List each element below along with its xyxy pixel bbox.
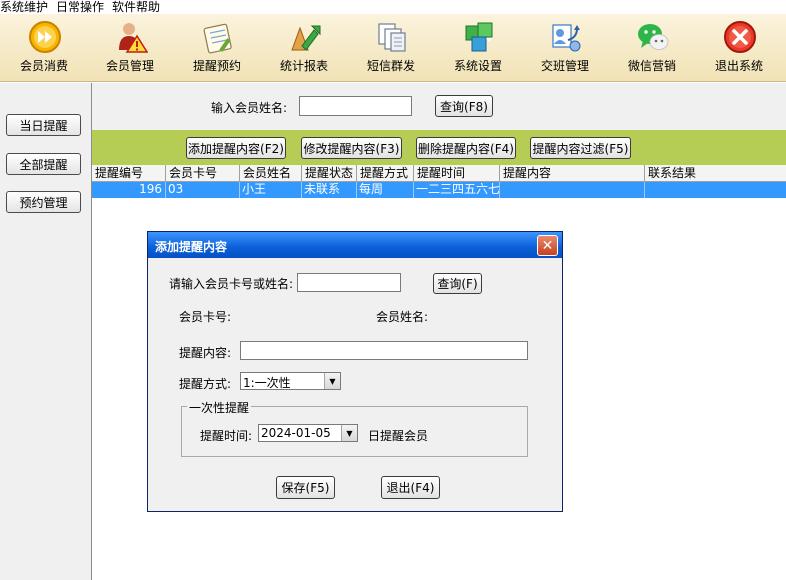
method-value: 1:一次性 <box>243 376 291 390</box>
time-label: 提醒时间: <box>200 429 253 443</box>
member-name-label: 会员姓名: <box>376 310 429 324</box>
search-label: 输入会员姓名: <box>211 101 288 115</box>
column-header-method[interactable]: 提醒方式 <box>357 165 414 182</box>
search-area: 输入会员姓名: 查询(F8) <box>92 83 786 130</box>
exit-icon <box>724 21 756 53</box>
appointment-manage-button[interactable]: 预约管理 <box>6 191 81 213</box>
column-header-time[interactable]: 提醒时间 <box>414 165 500 182</box>
menu-system-maintenance[interactable]: 系统维护 <box>0 0 48 14</box>
toolbar-button-statistics[interactable]: 统计报表 <box>261 14 347 82</box>
column-header-card-no[interactable]: 会员卡号 <box>166 165 240 182</box>
column-header-status[interactable]: 提醒状态 <box>302 165 357 182</box>
cell-card-no: 03 <box>166 182 240 198</box>
wechat-icon <box>638 24 669 50</box>
dialog-title: 添加提醒内容 <box>155 240 228 254</box>
toolbar-button-exit[interactable]: 退出系统 <box>696 14 782 82</box>
add-reminder-dialog: 添加提醒内容 ✕ 请输入会员卡号或姓名: 查询(F) 会员卡号: 会员姓名: 提… <box>147 231 563 512</box>
column-header-reminder-id[interactable]: 提醒编号 <box>92 165 166 182</box>
cell-status: 未联系 <box>302 182 357 198</box>
reminder-date-picker[interactable]: 2024-01-05 ▼ <box>258 424 358 442</box>
search-button[interactable]: 查询(F8) <box>435 95 493 117</box>
save-button[interactable]: 保存(F5) <box>276 476 335 499</box>
member-search-label: 请输入会员卡号或姓名: <box>169 277 294 291</box>
action-bar: 添加提醒内容(F2) 修改提醒内容(F3) 删除提醒内容(F4) 提醒内容过滤(… <box>92 130 786 165</box>
chevron-down-icon[interactable]: ▼ <box>341 425 357 441</box>
table-row[interactable]: 196 03 小王 未联系 每周 一二三四五六七 <box>92 182 786 198</box>
toolbar-label: 系统设置 <box>453 59 502 73</box>
cell-member-name: 小王 <box>240 182 302 198</box>
member-name-search-input[interactable] <box>299 96 412 116</box>
column-header-content[interactable]: 提醒内容 <box>500 165 645 182</box>
column-header-member-name[interactable]: 会员姓名 <box>240 165 302 182</box>
notepad-icon <box>203 23 232 54</box>
close-icon: ✕ <box>541 237 554 254</box>
content-label: 提醒内容: <box>179 346 232 360</box>
group-title: 一次性提醒 <box>187 399 252 416</box>
toolbar-label: 微信营销 <box>627 59 676 73</box>
toolbar-button-shift[interactable]: 交班管理 <box>522 14 608 82</box>
cell-content <box>500 182 645 198</box>
toolbar-button-member-manage[interactable]: 会员管理 <box>87 14 173 82</box>
today-reminder-button[interactable]: 当日提醒 <box>6 114 81 136</box>
edit-reminder-button[interactable]: 修改提醒内容(F3) <box>301 137 402 159</box>
method-label: 提醒方式: <box>179 377 232 391</box>
toolbar-label: 短信群发 <box>366 59 415 73</box>
cell-time: 一二三四五六七 <box>416 182 500 198</box>
one-time-reminder-group: 一次性提醒 提醒时间: 2024-01-05 ▼ 日提醒会员 <box>181 399 528 457</box>
member-warning-icon <box>119 23 148 53</box>
handover-icon <box>552 24 581 52</box>
reminder-method-select[interactable]: 1:一次性 ▼ <box>240 372 341 390</box>
toolbar-button-reminder[interactable]: 提醒预约 <box>174 14 260 82</box>
chart-report-icon <box>291 25 321 51</box>
toolbar-label: 提醒预约 <box>192 59 241 73</box>
menu-daily-operations[interactable]: 日常操作 <box>56 0 104 14</box>
documents-icon <box>378 23 406 52</box>
toolbar-button-member-consume[interactable]: 会员消费 <box>1 14 87 82</box>
close-button[interactable]: ✕ <box>537 235 558 256</box>
toolbar-button-settings[interactable]: 系统设置 <box>435 14 521 82</box>
card-no-label: 会员卡号: <box>179 310 232 324</box>
menu-bar: 系统维护 日常操作 软件帮助 <box>0 0 786 14</box>
column-header-result[interactable]: 联系结果 <box>645 165 786 182</box>
reminder-content-input[interactable] <box>240 341 528 360</box>
add-reminder-button[interactable]: 添加提醒内容(F2) <box>186 137 286 159</box>
fast-forward-icon <box>29 21 61 53</box>
cell-method: 每周 <box>357 182 414 198</box>
main-toolbar: 会员消费 会员管理 提醒预约 统计报表 短信群发 系统设置 交班管理 微信营销 … <box>0 14 786 82</box>
exit-button[interactable]: 退出(F4) <box>381 476 440 499</box>
cell-reminder-id: 196 <box>92 182 166 198</box>
menu-software-help[interactable]: 软件帮助 <box>112 0 160 14</box>
all-reminder-button[interactable]: 全部提醒 <box>6 153 81 175</box>
dialog-body: 请输入会员卡号或姓名: 查询(F) 会员卡号: 会员姓名: 提醒内容: 提醒方式… <box>151 258 559 509</box>
toolbar-button-sms[interactable]: 短信群发 <box>348 14 434 82</box>
toolbar-label: 交班管理 <box>540 59 589 73</box>
chevron-down-icon[interactable]: ▼ <box>324 373 340 389</box>
filter-reminder-button[interactable]: 提醒内容过滤(F5) <box>530 137 631 159</box>
toolbar-label: 退出系统 <box>714 59 763 73</box>
toolbar-label: 会员管理 <box>105 59 154 73</box>
table-header: 提醒编号 会员卡号 会员姓名 提醒状态 提醒方式 提醒时间 提醒内容 联系结果 <box>92 165 786 182</box>
left-panel: 当日提醒 全部提醒 预约管理 <box>0 83 92 580</box>
time-suffix-label: 日提醒会员 <box>368 429 429 443</box>
toolbar-button-wechat[interactable]: 微信营销 <box>609 14 695 82</box>
dialog-titlebar[interactable]: 添加提醒内容 ✕ <box>148 232 562 258</box>
cubes-icon <box>465 22 493 52</box>
member-search-input[interactable] <box>297 273 401 292</box>
date-value: 2024-01-05 <box>261 426 331 440</box>
toolbar-label: 会员消费 <box>19 59 68 73</box>
toolbar-label: 统计报表 <box>279 59 328 73</box>
cell-result <box>645 182 786 198</box>
member-query-button[interactable]: 查询(F) <box>433 273 482 294</box>
delete-reminder-button[interactable]: 删除提醒内容(F4) <box>416 137 516 159</box>
